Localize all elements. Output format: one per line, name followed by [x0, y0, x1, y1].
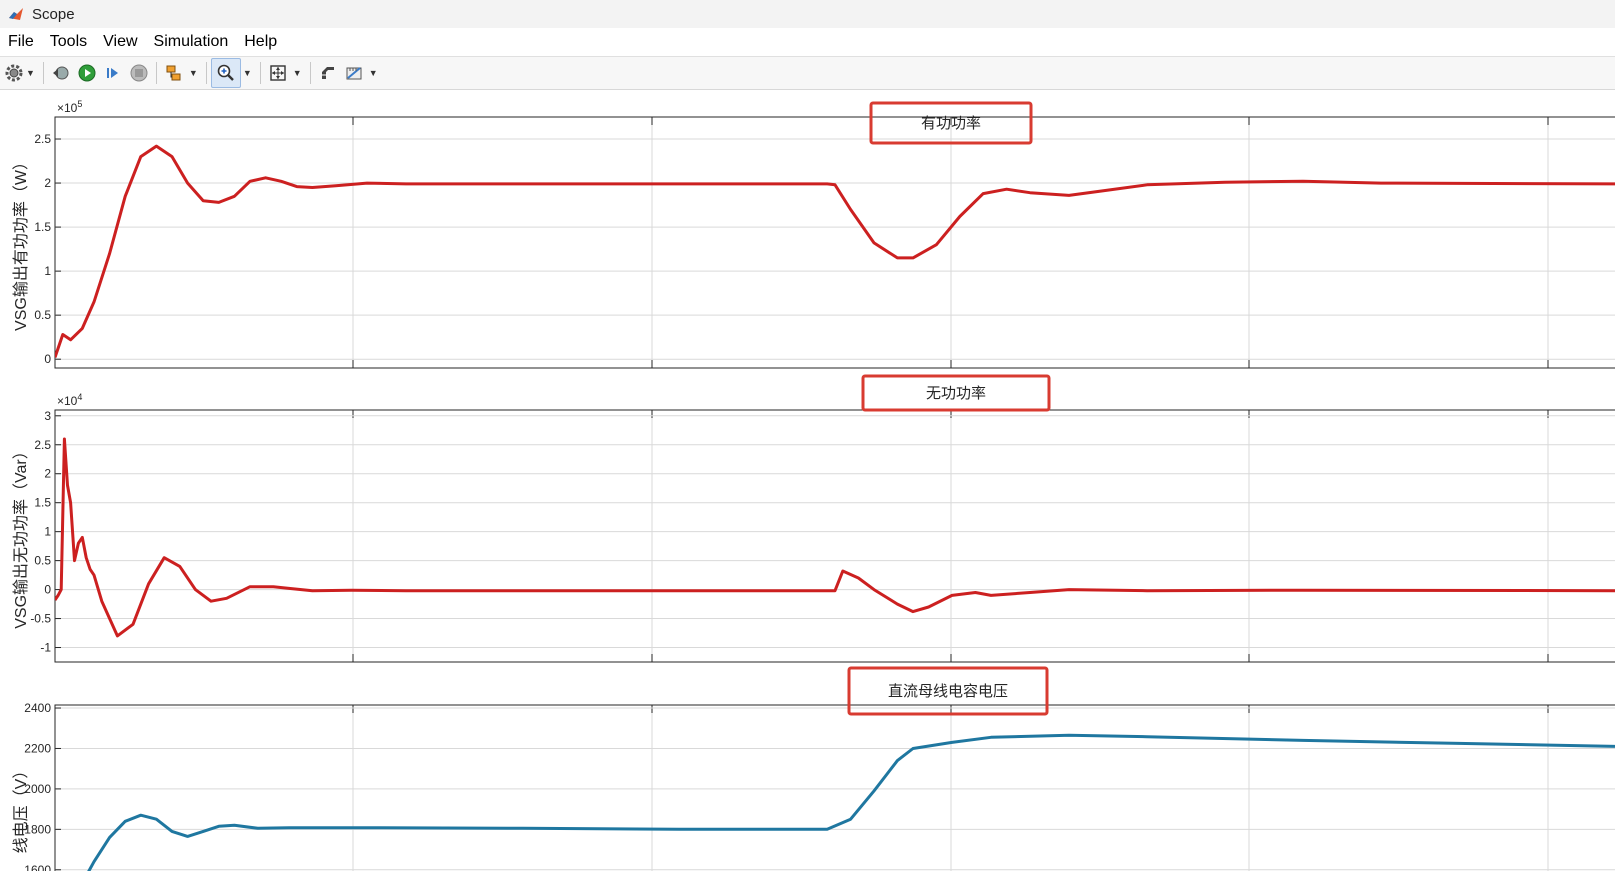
toolbar-separator	[259, 62, 261, 84]
y-tick-label: 0	[44, 352, 51, 366]
toolbar: ▼ ▼ ▼ ▼ ▼	[0, 57, 1615, 90]
y-tick-label: 1	[44, 525, 51, 539]
style-icon	[321, 67, 334, 79]
y-exponent-label: ×105	[57, 99, 82, 115]
stop-button[interactable]	[126, 59, 152, 87]
chevron-down-icon[interactable]: ▼	[369, 68, 378, 78]
y-tick-label: 2	[44, 176, 51, 190]
autoscale-button[interactable]	[265, 59, 291, 87]
axes-panel-2: -1 -0.5 0 0.5 1 1.5 2 2.5 3 ×104 VSG输出无功功率（Var） 无功功…	[12, 374, 1615, 663]
toolbar-separator	[309, 62, 311, 84]
settings-button[interactable]	[4, 59, 24, 87]
y-tick-label: 2.5	[34, 438, 51, 452]
y-tick-label: 0.5	[34, 308, 51, 322]
toolbar-separator	[155, 62, 157, 84]
scope-plot-area: 00.511.522.5×105VSG输出有功功率（W）有功功率-1-0.500…	[12, 99, 1615, 871]
menu-help[interactable]: Help	[236, 33, 285, 51]
measure-button[interactable]	[341, 59, 367, 87]
zoom-in-button[interactable]	[210, 58, 241, 88]
y-tick-label: 1.5	[34, 496, 51, 510]
y-tick-label: -0.5	[30, 612, 51, 626]
matlab-app-icon	[9, 8, 23, 20]
y-axis-label: VSG输出无功功率（Var）	[12, 443, 30, 629]
style-button[interactable]	[315, 59, 341, 87]
y-tick-label: 2.5	[34, 132, 51, 146]
toolbar-separator	[42, 62, 44, 84]
autoscale-icon	[270, 65, 286, 81]
y-tick-label: 1600	[24, 863, 51, 871]
chevron-down-icon[interactable]: ▼	[189, 68, 198, 78]
y-exponent-power: 5	[77, 99, 82, 109]
step-forward-icon	[106, 68, 118, 78]
restore-button[interactable]	[48, 59, 74, 87]
y-tick-label: -1	[40, 641, 51, 655]
y-tick-label: 0.5	[34, 554, 51, 568]
axes-panel-3: 16001800200022002400线电压（V）直流母线电容电压	[12, 666, 1615, 871]
menu-file[interactable]: File	[0, 33, 42, 51]
measure-icon	[346, 67, 362, 80]
menu-simulation[interactable]: Simulation	[146, 33, 237, 51]
gear-icon	[5, 64, 23, 82]
y-exponent-power: 4	[77, 392, 82, 402]
menu-tools[interactable]: Tools	[42, 33, 95, 51]
y-tick-label: 3	[44, 409, 51, 423]
axes-box	[54, 409, 1615, 663]
run-button[interactable]	[74, 59, 100, 87]
y-tick-label: 0	[44, 583, 51, 597]
chevron-down-icon[interactable]: ▼	[293, 68, 302, 78]
axes-box	[54, 116, 1615, 369]
menu-view[interactable]: View	[95, 33, 145, 51]
run-icon	[78, 64, 96, 82]
y-exponent-label: ×104	[57, 392, 82, 408]
window-titlebar: Scope	[0, 0, 1615, 28]
signal-select-icon	[166, 65, 181, 81]
chevron-down-icon[interactable]: ▼	[26, 68, 35, 78]
signal-select-button[interactable]	[161, 59, 187, 87]
y-tick-label: 1.5	[34, 220, 51, 234]
toolbar-separator	[205, 62, 207, 84]
restore-icon	[52, 66, 69, 80]
chevron-down-icon[interactable]: ▼	[243, 68, 252, 78]
y-tick-label: 1	[44, 264, 51, 278]
y-tick-label: 2	[44, 467, 51, 481]
y-tick-label: 2200	[24, 741, 51, 755]
window-title: Scope	[32, 5, 75, 23]
menu-bar: File Tools View Simulation Help	[0, 28, 1615, 57]
zoom-in-icon	[217, 64, 234, 81]
stop-icon	[130, 64, 148, 82]
y-axis-label: VSG输出有功功率（W）	[12, 154, 30, 331]
axes-box	[54, 704, 1615, 871]
y-axis-label: 线电压（V）	[12, 763, 30, 854]
plot-title: 直流母线电容电压	[888, 683, 1008, 700]
step-forward-button[interactable]	[100, 59, 126, 87]
plot-title: 无功功率	[926, 385, 986, 402]
y-tick-label: 2400	[24, 701, 51, 715]
plot-title: 有功功率	[921, 115, 981, 132]
axes-panel-1: 0 0.5 1 1.5 2 2.5 ×105 VSG输出有功功率（W） 有功功率	[12, 99, 1615, 369]
